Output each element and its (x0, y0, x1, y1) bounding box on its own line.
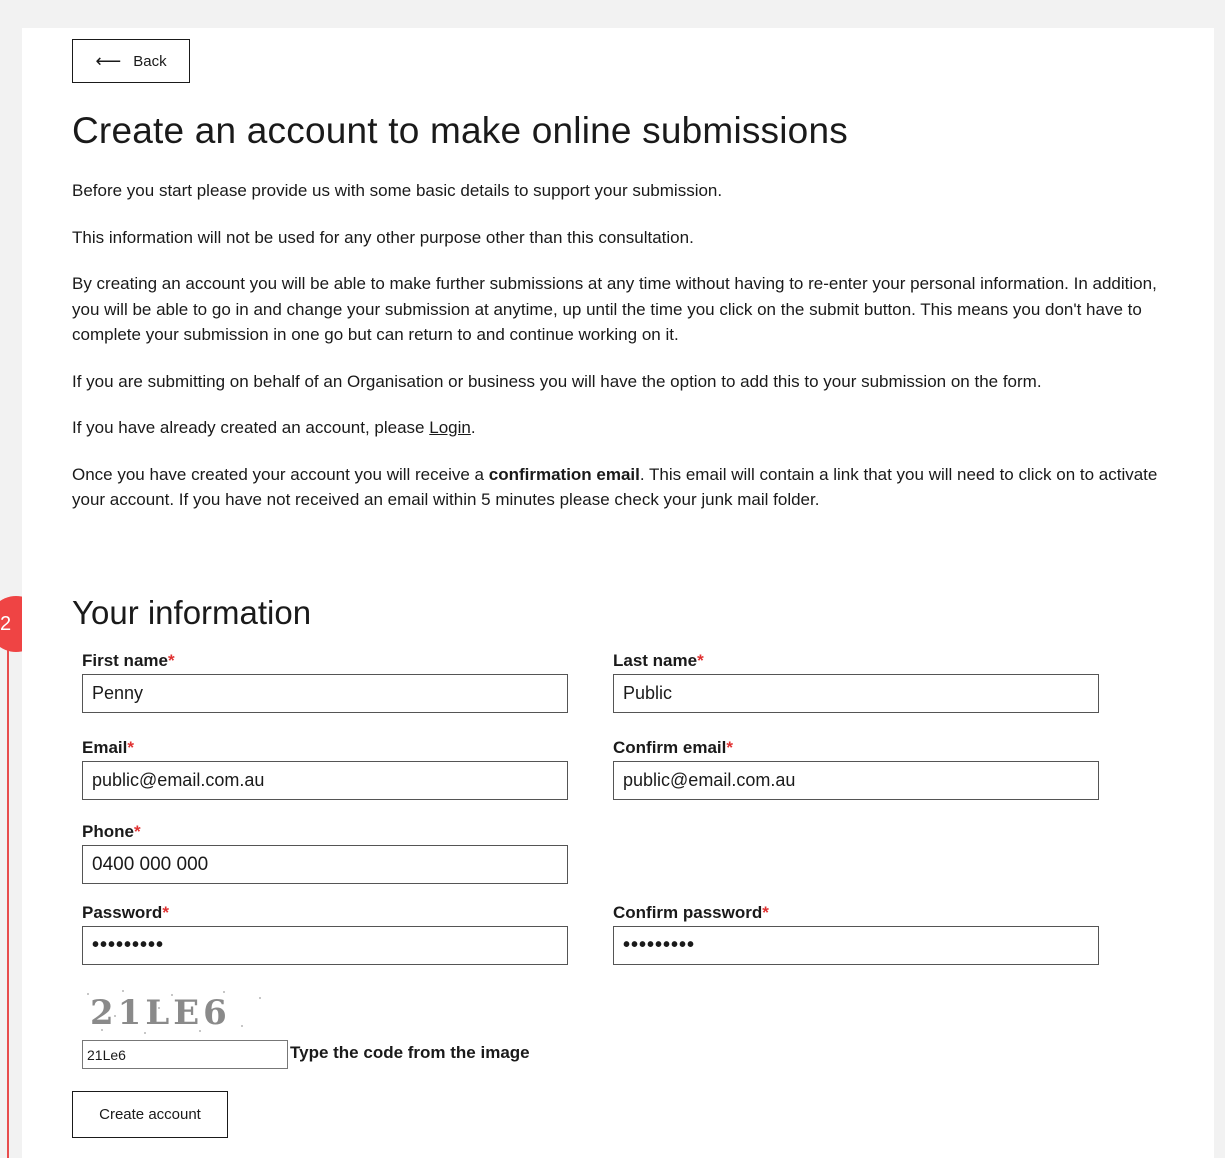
required-marker: * (127, 738, 134, 757)
required-marker: * (133, 822, 141, 841)
arrow-left-icon: ⟵ (95, 51, 122, 71)
confirm-email-label: Confirm email* (613, 738, 733, 757)
intro-text: Before you start please provide us with … (72, 178, 1167, 534)
captcha-input[interactable]: 21Le6 (82, 1040, 288, 1069)
password-input[interactable]: ••••••••• (82, 926, 568, 965)
svg-text:21LE6: 21LE6 (90, 993, 231, 1033)
email-label: Email* (82, 738, 134, 757)
phone-input[interactable]: 0400 000 000 (82, 845, 568, 884)
password-label: Password* (82, 903, 169, 922)
create-account-button[interactable]: Create account (72, 1091, 228, 1138)
last-name-input[interactable]: Public (613, 674, 1099, 713)
required-marker: * (162, 903, 169, 922)
required-marker: * (697, 651, 704, 670)
last-name-label: Last name* (613, 651, 704, 670)
phone-label: Phone* (82, 822, 141, 841)
intro-paragraph-5: If you have already created an account, … (72, 418, 476, 437)
required-marker: * (762, 903, 769, 922)
required-marker: * (726, 738, 733, 757)
login-link[interactable]: Login (429, 418, 471, 437)
captcha-image: 21LE6 (82, 986, 268, 1038)
section-title: Your information (72, 594, 312, 631)
intro-paragraph-3: By creating an account you will be able … (72, 274, 1157, 344)
required-marker: * (167, 651, 175, 670)
first-name-input[interactable]: Penny (82, 674, 568, 713)
captcha-label: Type the code from the image (290, 1043, 530, 1062)
first-name-label: First name* (82, 651, 175, 670)
intro-paragraph-6: Once you have created your account you w… (72, 464, 1158, 510)
intro-paragraph-4: If you are submitting on behalf of an Or… (72, 371, 1042, 391)
back-button-label: Back (133, 52, 167, 70)
confirm-password-input[interactable]: ••••••••• (613, 926, 1099, 965)
confirm-email-input[interactable]: public@email.com.au (613, 761, 1099, 800)
confirm-password-label: Confirm password* (613, 903, 769, 922)
progress-line (7, 630, 9, 1158)
intro-paragraph-2: This information will not be used for an… (72, 227, 694, 247)
back-button[interactable]: ⟵ Back (72, 39, 190, 83)
intro-paragraph-1: Before you start please provide us with … (72, 181, 723, 200)
page-title: Create an account to make online submiss… (72, 110, 848, 151)
email-input[interactable]: public@email.com.au (82, 761, 568, 800)
